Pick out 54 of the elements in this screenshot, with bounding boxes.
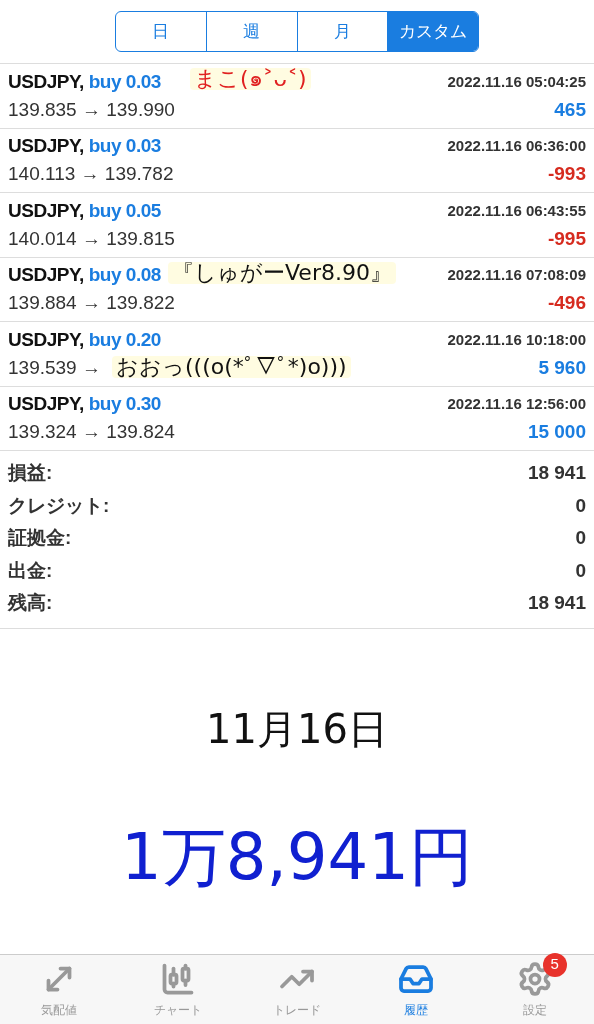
deal-time: 2022.11.16 05:04:25 bbox=[447, 71, 586, 92]
profit-value: -993 bbox=[547, 162, 586, 187]
summary-label: 出金: bbox=[8, 558, 53, 583]
price-text: 140.014 → 139.815 bbox=[8, 226, 175, 251]
price-text: 139.884 → 139.822 bbox=[8, 291, 175, 316]
summary-label: 損益: bbox=[8, 461, 53, 485]
symbol-label: USDJPY, bbox=[8, 393, 84, 415]
deal-time: 2022.11.16 06:43:55 bbox=[447, 200, 586, 221]
symbol-label: USDJPY, bbox=[8, 199, 84, 221]
bottom-tab[interactable]: 5 設定 bbox=[475, 955, 594, 1024]
symbol-label: USDJPY, bbox=[8, 70, 84, 92]
bottom-tab[interactable]: チャート bbox=[118, 955, 238, 1024]
summary-label: クレジット: bbox=[8, 493, 110, 518]
side-label: buy 0.08 bbox=[88, 264, 161, 286]
bottom-tab[interactable]: 履歴 bbox=[356, 955, 476, 1024]
side-label: buy 0.03 bbox=[88, 70, 161, 92]
symbol-label: USDJPY, bbox=[8, 328, 84, 350]
handwritten-note: おおっ(((o(*ﾟ▽ﾟ*)o))) bbox=[112, 356, 351, 378]
deal-time: 2022.11.16 06:36:00 bbox=[447, 136, 586, 157]
notification-badge: 5 bbox=[542, 952, 567, 977]
handwritten-note: 『しゅがーVer8.90』 bbox=[168, 261, 396, 284]
summary-value: 0 bbox=[575, 526, 586, 550]
deal-time: 2022.11.16 12:56:00 bbox=[447, 394, 586, 415]
handwritten-note: まこ(๑˃ᴗ˂) bbox=[190, 68, 311, 90]
price-text: 139.324 → 139.824 bbox=[8, 420, 175, 445]
period-tab[interactable]: 日 bbox=[116, 12, 206, 51]
symbol-label: USDJPY, bbox=[8, 135, 84, 157]
summary-label: 証拠金: bbox=[8, 526, 72, 550]
deal-time: 2022.11.16 10:18:00 bbox=[447, 329, 586, 350]
profit-value: 465 bbox=[554, 97, 586, 122]
summary-value: 18 941 bbox=[527, 461, 586, 485]
profit-value: -496 bbox=[547, 291, 586, 316]
profit-value: -995 bbox=[547, 226, 586, 251]
side-label: buy 0.30 bbox=[88, 393, 161, 415]
profit-value: 5 960 bbox=[538, 355, 586, 380]
price-text: 140.113 → 139.782 bbox=[8, 162, 174, 187]
bottom-tab[interactable]: トレード bbox=[237, 955, 357, 1024]
period-tab[interactable]: カスタム bbox=[387, 12, 478, 51]
side-label: buy 0.20 bbox=[88, 328, 161, 350]
profit-value: 15 000 bbox=[527, 420, 586, 445]
summary-label: 残高: bbox=[8, 591, 53, 615]
side-label: buy 0.03 bbox=[88, 135, 161, 157]
price-text: 139.835 → 139.990 bbox=[8, 97, 175, 122]
symbol-label: USDJPY, bbox=[8, 264, 84, 286]
summary-value: 0 bbox=[575, 558, 586, 583]
handwritten-text: 11月16日 bbox=[206, 704, 388, 754]
price-text: 139.539 → bbox=[8, 355, 101, 380]
side-label: buy 0.05 bbox=[88, 199, 161, 221]
period-tab[interactable]: 週 bbox=[205, 12, 297, 51]
deal-time: 2022.11.16 07:08:09 bbox=[447, 265, 586, 286]
handwritten-text: 1万8,941円 bbox=[121, 818, 473, 896]
bottom-tab[interactable]: 気配値 bbox=[0, 955, 119, 1024]
summary-value: 0 bbox=[575, 493, 586, 518]
summary-value: 18 941 bbox=[527, 591, 586, 615]
